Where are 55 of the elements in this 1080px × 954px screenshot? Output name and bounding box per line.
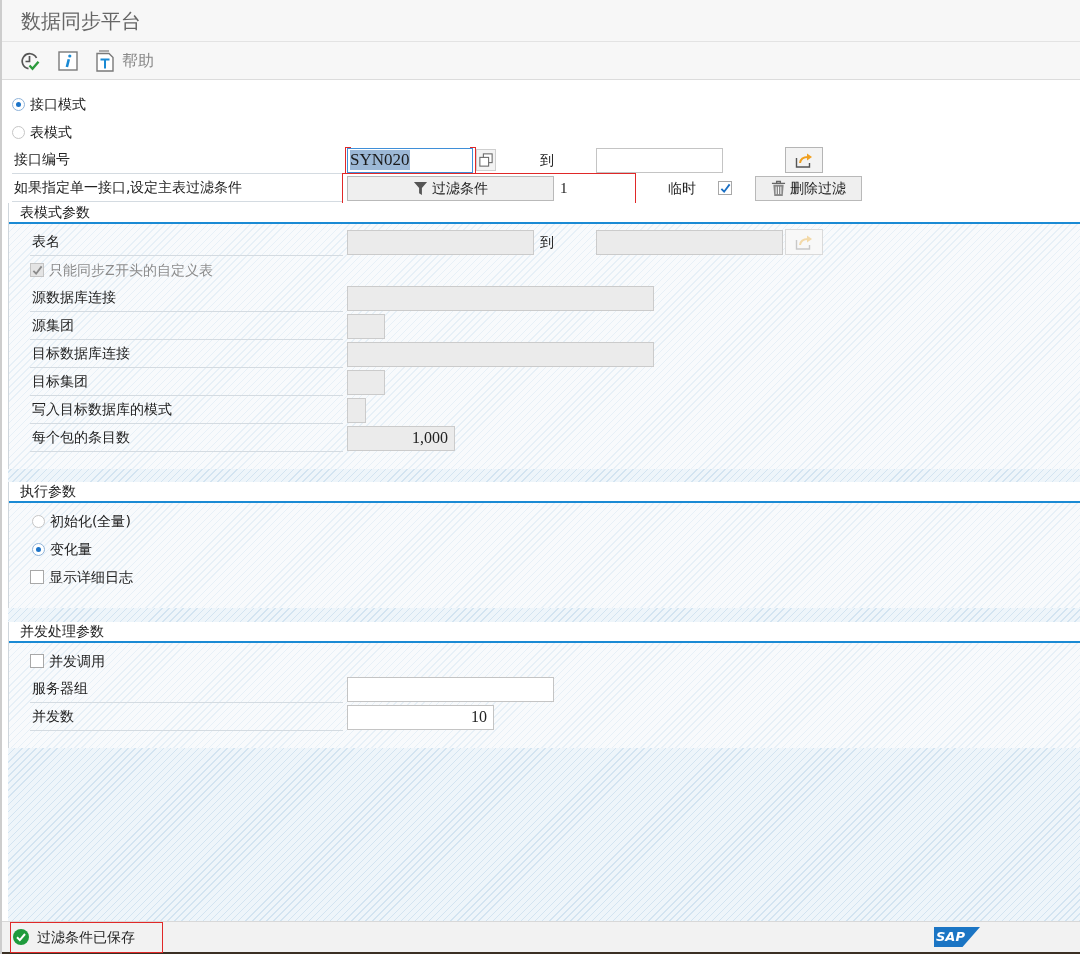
field-label: 接口编号 bbox=[12, 146, 343, 174]
checkbox-label: 只能同步Z开头的自定义表 bbox=[49, 260, 213, 280]
checkbox-label: 显示详细日志 bbox=[49, 567, 133, 587]
arrow-button[interactable] bbox=[785, 147, 823, 173]
range-to-label: 到 bbox=[540, 150, 555, 170]
field-label: 目标集团 bbox=[30, 368, 343, 396]
success-check-icon bbox=[13, 929, 29, 945]
funnel-icon bbox=[413, 180, 428, 196]
section-title: 表模式参数 bbox=[20, 203, 90, 222]
info-button[interactable] bbox=[58, 48, 78, 73]
input-field[interactable] bbox=[596, 147, 723, 173]
field-label: 每个包的条目数 bbox=[30, 424, 343, 452]
radio-button[interactable] bbox=[12, 97, 25, 111]
radio-label: 接口模式 bbox=[30, 94, 86, 114]
field-label: 服务器组 bbox=[30, 675, 343, 703]
status-message: 过滤条件已保存 bbox=[37, 927, 135, 947]
radio-button[interactable] bbox=[32, 514, 45, 528]
checkbox[interactable] bbox=[30, 570, 44, 584]
trash-icon bbox=[771, 179, 786, 197]
filter-count: 1 bbox=[560, 178, 568, 198]
input-field[interactable]: SYN020 bbox=[347, 147, 473, 173]
checkbox[interactable] bbox=[30, 654, 44, 668]
check-icon bbox=[31, 264, 43, 276]
copy-button[interactable] bbox=[476, 149, 496, 171]
input-field[interactable] bbox=[347, 676, 554, 702]
section-title: 执行参数 bbox=[20, 482, 76, 501]
field-label: 源数据库连接 bbox=[30, 284, 343, 312]
field-label: 写入目标数据库的模式 bbox=[30, 396, 343, 424]
copy-icon bbox=[479, 153, 493, 167]
document-icon bbox=[96, 49, 114, 72]
radio-label: 初始化(全量) bbox=[50, 511, 131, 531]
brand-logo: SAP bbox=[934, 927, 980, 947]
check-icon bbox=[719, 182, 731, 194]
checkbox[interactable] bbox=[718, 181, 732, 195]
checkbox-label: 并发调用 bbox=[49, 651, 105, 671]
radio-button[interactable] bbox=[32, 542, 45, 556]
filter-button[interactable]: 过滤条件 bbox=[347, 175, 554, 201]
arrow-out-icon bbox=[795, 152, 813, 168]
field-label: 源集团 bbox=[30, 312, 343, 340]
field-label: 目标数据库连接 bbox=[30, 340, 343, 368]
clock-check-icon bbox=[20, 50, 40, 71]
radio-label: 变化量 bbox=[50, 539, 92, 559]
field-label: 表名 bbox=[30, 228, 343, 256]
temp-label: 临时 bbox=[668, 178, 697, 198]
section-title: 并发处理参数 bbox=[20, 622, 104, 641]
arrow-out-icon bbox=[795, 234, 813, 250]
range-to-label: 到 bbox=[540, 232, 555, 252]
window-title: 数据同步平台 bbox=[21, 7, 141, 35]
radio-button[interactable] bbox=[12, 125, 25, 139]
info-icon bbox=[58, 50, 78, 71]
delete-filter-button[interactable]: 删除过滤 bbox=[755, 175, 862, 201]
field-label: 如果指定单一接口,设定主表过滤条件 bbox=[12, 174, 342, 202]
field-label: 并发数 bbox=[30, 703, 343, 731]
radio-label: 表模式 bbox=[30, 122, 72, 142]
input-field[interactable]: 10 bbox=[347, 704, 494, 730]
